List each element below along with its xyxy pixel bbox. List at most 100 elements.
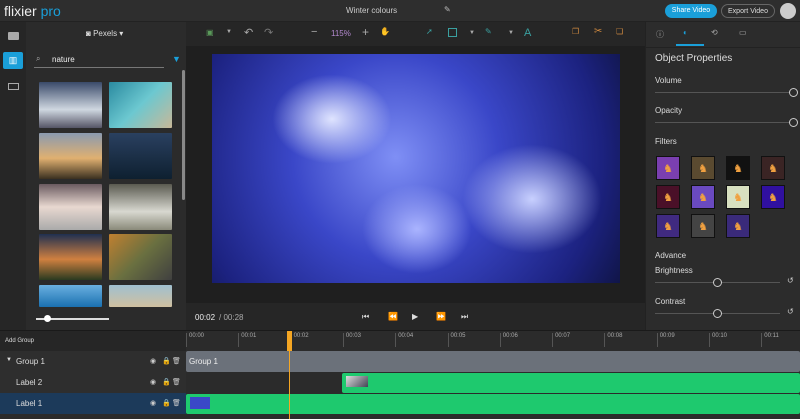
filter-thumbnail[interactable]: ♞ [726, 185, 750, 209]
media-thumbnail[interactable] [109, 285, 172, 307]
contrast-slider[interactable] [655, 313, 780, 314]
opacity-label: Opacity [655, 106, 682, 115]
avatar[interactable] [780, 3, 796, 19]
brightness-slider[interactable] [655, 282, 780, 283]
filter-thumbnail[interactable]: ♞ [656, 156, 680, 180]
filter-thumbnail[interactable]: ♞ [761, 156, 785, 180]
slider-knob[interactable] [44, 315, 51, 322]
paste-icon[interactable]: ❏ [616, 27, 623, 36]
volume-slider[interactable] [655, 92, 793, 93]
transform-icon[interactable]: ⟲ [711, 28, 718, 37]
rectangle-icon[interactable] [448, 28, 457, 37]
slider-knob[interactable] [713, 278, 722, 287]
slider-knob[interactable] [789, 118, 798, 127]
color-icon[interactable]: ◐ [683, 28, 688, 37]
lock-icon[interactable]: 🔒 [162, 378, 171, 386]
trash-icon[interactable]: 🗑 [172, 399, 181, 407]
playhead[interactable] [289, 331, 290, 419]
slider-knob[interactable] [713, 309, 722, 318]
edit-pencil-icon[interactable]: ✎ [444, 5, 451, 14]
filter-thumbnail[interactable]: ♞ [691, 214, 715, 238]
eye-icon[interactable]: ◉ [150, 378, 156, 386]
video-preview[interactable] [212, 54, 620, 283]
trash-icon[interactable]: 🗑 [172, 357, 181, 365]
info-icon[interactable]: ⓘ [656, 29, 664, 40]
redo-icon[interactable]: ↷ [264, 26, 273, 39]
chevron-down-icon[interactable]: ▼ [508, 30, 514, 36]
track-label: Group 1 [16, 357, 45, 366]
add-group-button[interactable]: Add Group [5, 338, 34, 344]
opacity-slider[interactable] [655, 122, 793, 123]
pointer-icon[interactable]: ➚ [426, 27, 433, 36]
image-icon[interactable]: ▭ [739, 28, 747, 37]
media-thumbnail[interactable] [39, 133, 102, 179]
pen-icon[interactable]: ✎ [485, 27, 492, 36]
rewind-icon[interactable]: ⏪ [388, 312, 398, 321]
reset-icon[interactable]: ↺ [787, 307, 794, 316]
top-bar: flixier pro Winter colours ✎ Share Video… [0, 0, 800, 22]
zoom-in-icon[interactable]: + [362, 25, 369, 39]
fast-forward-icon[interactable]: ⏩ [436, 312, 446, 321]
media-thumbnail[interactable] [109, 234, 172, 280]
zoom-out-icon[interactable]: − [311, 26, 317, 38]
save-icon[interactable]: ▣ [206, 28, 214, 37]
filter-thumbnail[interactable]: ♞ [691, 185, 715, 209]
group-clip[interactable]: Group 1 [186, 351, 800, 372]
reset-icon[interactable]: ↺ [787, 276, 794, 285]
source-label: Pexels [93, 29, 117, 38]
canvas-toolbar: ▣ ▼ ↶ ↷ − 115% + ✋ ➚ ▼ ✎ ▼ A ❐ ✂ ❏ [186, 22, 645, 46]
media-thumbnail[interactable] [109, 133, 172, 179]
chevron-down-icon[interactable]: ▼ [226, 29, 232, 35]
hand-icon[interactable]: ✋ [380, 27, 390, 36]
track-row-group-1[interactable]: ▼ Group 1 [0, 351, 186, 372]
lock-icon[interactable]: 🔒 [162, 399, 171, 407]
track-row-label-1[interactable]: Label 1 [0, 393, 186, 414]
trash-icon[interactable]: 🗑 [172, 378, 181, 386]
media-thumbnail[interactable] [39, 285, 102, 307]
text-icon[interactable]: A [524, 27, 531, 39]
media-thumbnail[interactable] [109, 82, 172, 128]
track-label: Label 1 [16, 399, 42, 408]
copy-icon[interactable]: ❐ [572, 27, 579, 36]
filter-thumbnail[interactable]: ♞ [691, 156, 715, 180]
thumbnail-size-slider[interactable] [36, 318, 109, 320]
media-thumbnail[interactable] [39, 82, 102, 128]
filter-icon[interactable]: ▼ [172, 54, 181, 64]
skip-start-icon[interactable]: ⏮ [362, 312, 369, 322]
advance-label: Advance [655, 251, 686, 260]
track-row-label-2[interactable]: Label 2 [0, 372, 186, 393]
play-icon[interactable]: ▶ [412, 312, 418, 321]
skip-end-icon[interactable]: ⏭ [461, 312, 468, 322]
export-video-button[interactable]: Export Video [721, 4, 775, 18]
lock-icon[interactable]: 🔒 [162, 357, 171, 365]
scrollbar[interactable] [182, 70, 185, 200]
chevron-down-icon[interactable]: ▼ [469, 30, 475, 36]
media-thumbnail[interactable] [109, 184, 172, 230]
filter-thumbnail[interactable]: ♞ [656, 214, 680, 238]
media-thumbnail[interactable] [39, 234, 102, 280]
eye-icon[interactable]: ◉ [150, 357, 156, 365]
folder-icon[interactable] [8, 32, 19, 40]
scissors-icon[interactable]: ✂ [594, 26, 602, 37]
contrast-label: Contrast [655, 297, 685, 306]
total-time: / 00:28 [219, 313, 243, 322]
slider-knob[interactable] [789, 88, 798, 97]
collapse-icon[interactable]: ▼ [6, 357, 12, 363]
filter-thumbnail[interactable]: ♞ [726, 156, 750, 180]
filter-thumbnail[interactable]: ♞ [656, 185, 680, 209]
tick-label: 00:02 [291, 333, 309, 347]
media-thumbnail[interactable] [39, 184, 102, 230]
undo-icon[interactable]: ↶ [244, 26, 253, 39]
video-clip[interactable] [186, 394, 800, 414]
source-dropdown[interactable]: ◙ Pexels ▾ [86, 29, 123, 38]
filter-thumbnail[interactable]: ♞ [761, 185, 785, 209]
slides-icon[interactable] [8, 83, 19, 90]
video-clip[interactable] [342, 373, 800, 393]
search-input[interactable]: ⌕ nature [34, 52, 164, 68]
share-video-button[interactable]: Share Video [665, 4, 717, 18]
library-icon[interactable]: ▥ [3, 52, 23, 69]
project-title[interactable]: Winter colours [346, 6, 397, 15]
filter-thumbnail[interactable]: ♞ [726, 214, 750, 238]
zoom-level: 115% [331, 29, 351, 38]
eye-icon[interactable]: ◉ [150, 399, 156, 407]
